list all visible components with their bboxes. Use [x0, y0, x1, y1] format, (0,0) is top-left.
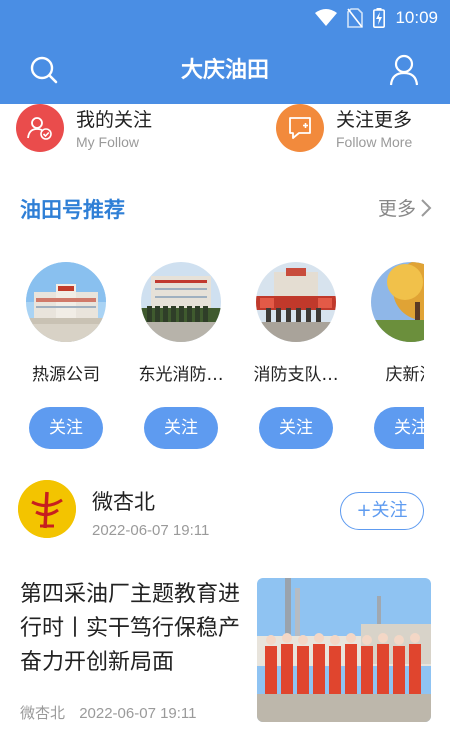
- recommend-item[interactable]: 东光消防… 关注: [131, 262, 231, 449]
- article-title[interactable]: 第四采油厂主题教育进行时丨实干笃行保稳产 奋力开创新局面: [20, 578, 248, 680]
- account-name[interactable]: 微杏北: [92, 486, 155, 516]
- my-follow-entry[interactable]: 我的关注 My Follow: [16, 104, 152, 160]
- article-thumbnail[interactable]: [257, 578, 431, 722]
- recommend-avatar: [141, 262, 221, 342]
- recommend-carousel[interactable]: 热源公司 关注 东光消防… 关注 消防支队… 关注 庆新 关注: [0, 262, 424, 452]
- chevron-right-icon: [421, 198, 432, 217]
- recommend-avatar: [256, 262, 336, 342]
- account-avatar[interactable]: [18, 480, 76, 538]
- follow-button[interactable]: 关注: [259, 407, 333, 449]
- no-sim-icon: [347, 8, 364, 28]
- my-follow-icon-circle: [16, 104, 64, 152]
- follow-more-subtitle: Follow More: [336, 133, 413, 150]
- account-logo-icon: [18, 480, 76, 538]
- account-row: 微杏北 2022-06-07 19:11 +关注: [0, 480, 450, 550]
- account-follow-button[interactable]: +关注: [340, 492, 424, 530]
- article-source: 微杏北: [20, 705, 66, 722]
- my-follow-title: 我的关注: [76, 108, 153, 131]
- section-title: 油田号推荐: [20, 198, 125, 222]
- message-add-icon: [289, 117, 311, 139]
- user-icon: [389, 54, 419, 86]
- recommend-name: 热源公司: [32, 365, 100, 385]
- article-time: 2022-06-07 19:11: [79, 705, 197, 722]
- recommend-name: 东光消防…: [138, 365, 224, 385]
- more-label: 更多: [377, 198, 416, 220]
- user-check-icon: [27, 117, 52, 140]
- battery-charging-icon: [373, 8, 386, 28]
- follow-entries: 我的关注 My Follow 关注更多 Follow More: [0, 104, 450, 164]
- wifi-icon: [315, 9, 338, 26]
- follow-more-entry[interactable]: 关注更多 Follow More: [276, 104, 412, 160]
- follow-more-icon-circle: [276, 104, 324, 152]
- profile-button[interactable]: [386, 52, 422, 88]
- recommend-section-header: 油田号推荐 更多: [20, 192, 432, 226]
- recommend-item[interactable]: 庆新消 关注: [361, 262, 424, 449]
- follow-button[interactable]: 关注: [374, 407, 424, 449]
- status-icons: 10:09: [315, 8, 438, 28]
- follow-button[interactable]: 关注: [144, 407, 218, 449]
- article-card[interactable]: 第四采油厂主题教育进行时丨实干笃行保稳产 奋力开创新局面 微杏北 2022-06…: [0, 576, 450, 730]
- status-bar: 10:09: [0, 0, 450, 38]
- follow-more-title: 关注更多: [336, 108, 413, 131]
- recommend-name: 庆新消: [385, 365, 425, 385]
- account-time: 2022-06-07 19:11: [92, 522, 210, 539]
- recommend-item[interactable]: 热源公司 关注: [16, 262, 116, 449]
- recommend-avatar: [26, 262, 106, 342]
- more-link[interactable]: 更多: [378, 194, 432, 221]
- my-follow-subtitle: My Follow: [76, 133, 140, 150]
- recommend-item[interactable]: 消防支队… 关注: [246, 262, 346, 449]
- article-meta: 微杏北 2022-06-07 19:11: [20, 702, 207, 723]
- recommend-name: 消防支队…: [253, 365, 339, 385]
- follow-button[interactable]: 关注: [29, 407, 103, 449]
- status-time: 10:09: [395, 8, 438, 27]
- page-title: 大庆油田: [180, 58, 269, 83]
- recommend-avatar: [371, 262, 424, 342]
- app-header: 大庆油田: [0, 38, 450, 104]
